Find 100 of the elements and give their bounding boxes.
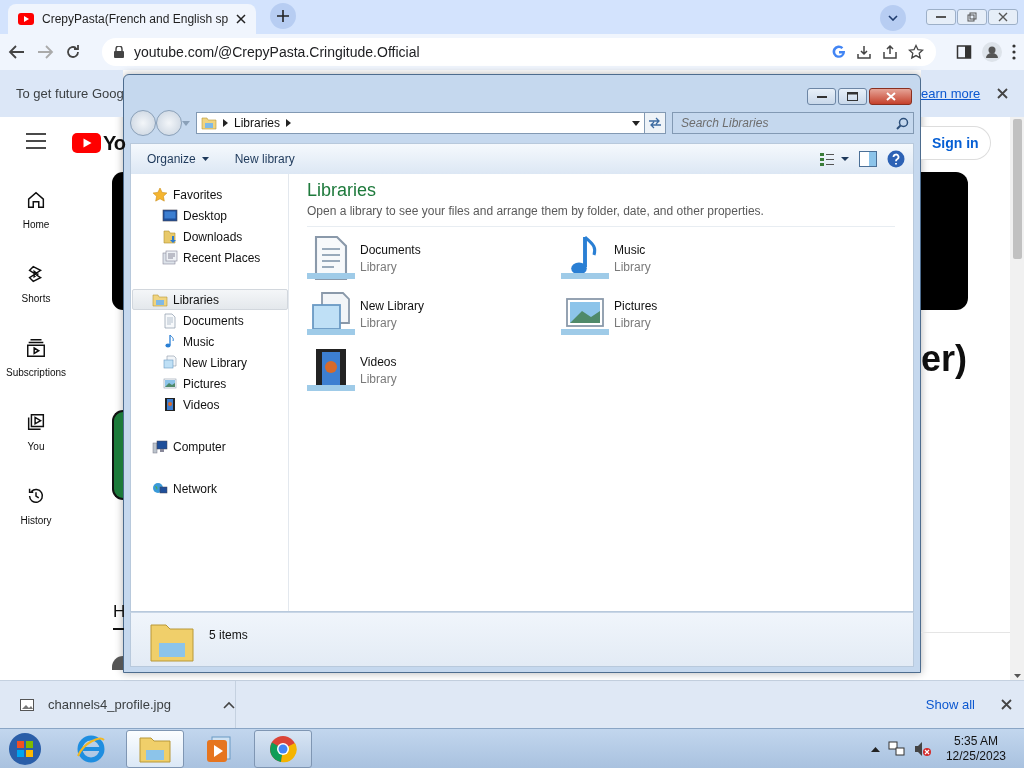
rail-item[interactable]: History: [20, 483, 52, 557]
taskbar-app[interactable]: [126, 729, 184, 768]
restore-button[interactable]: [957, 8, 987, 25]
close-icon[interactable]: [1001, 699, 1012, 710]
share-icon[interactable]: [882, 44, 898, 60]
nav-item[interactable]: New Library: [132, 352, 288, 373]
browser-e-icon: [76, 733, 106, 764]
refresh-button[interactable]: [644, 112, 666, 134]
library-item[interactable]: Pictures Library: [561, 290, 815, 338]
restore-icon: [967, 11, 977, 22]
library-item[interactable]: New Library Library: [307, 290, 561, 338]
maximize-icon: [847, 92, 858, 101]
toolbar-button[interactable]: New library: [226, 148, 303, 170]
folder-arrow-icon: [162, 228, 178, 245]
infobar-text: To get future Goog: [15, 86, 124, 101]
learn-more-link[interactable]: earn more: [921, 86, 981, 101]
caret-up-icon[interactable]: [870, 745, 880, 752]
caret-icon[interactable]: [632, 120, 640, 126]
item-count: 5 items: [209, 628, 248, 642]
reload-icon[interactable]: [64, 43, 82, 61]
muted-speaker-icon[interactable]: [913, 740, 932, 757]
side-panel-icon[interactable]: [956, 44, 972, 60]
search-field[interactable]: Search Libraries: [672, 112, 914, 134]
taskbar-app[interactable]: [254, 729, 312, 768]
nav-item[interactable]: Videos: [132, 394, 288, 415]
toolbar-button[interactable]: Organize: [139, 148, 217, 170]
library-folder-icon: [201, 115, 217, 131]
library-item[interactable]: Music Library: [561, 234, 815, 282]
media-player-icon: [204, 733, 234, 764]
rail-item[interactable]: Shorts: [21, 261, 51, 335]
lock-icon: [114, 46, 124, 58]
view-options-icon[interactable]: [819, 151, 849, 167]
nav-item[interactable]: Recent Places: [132, 247, 288, 268]
nav-item[interactable]: Documents: [132, 310, 288, 331]
tab-search-button[interactable]: [880, 5, 906, 31]
star-icon: [152, 186, 168, 203]
scrollbar-thumb[interactable]: [1012, 119, 1022, 259]
close-icon[interactable]: [236, 14, 247, 24]
youtube-logo-icon: [18, 13, 34, 25]
library-icon: [307, 290, 355, 338]
nav-item[interactable]: Music: [132, 331, 288, 352]
more-icon[interactable]: [1012, 44, 1016, 60]
nav-item[interactable]: Libraries: [132, 289, 288, 310]
arrow-right-icon[interactable]: [223, 119, 228, 127]
close-icon[interactable]: [997, 88, 1008, 99]
refresh-icon: [648, 117, 662, 129]
back-icon[interactable]: [8, 43, 26, 61]
music-note-icon: [561, 234, 609, 282]
monitor-icon: [162, 207, 178, 224]
star-outline-icon[interactable]: [908, 44, 924, 60]
preview-pane-icon[interactable]: [859, 151, 877, 167]
film-icon: [162, 396, 178, 413]
library-item[interactable]: Videos Library: [307, 346, 561, 394]
rail-item[interactable]: Subscriptions: [6, 335, 66, 409]
arrow-down-icon[interactable]: [1013, 674, 1021, 678]
sign-in-button[interactable]: Sign in: [921, 126, 991, 160]
rail-item[interactable]: You: [25, 409, 47, 483]
nav-item[interactable]: Computer: [132, 436, 288, 457]
minimize-button[interactable]: [926, 8, 956, 25]
film-icon: [307, 346, 355, 394]
clock[interactable]: 5:35 AM 12/25/2023: [945, 733, 1006, 764]
recent-places-icon: [162, 249, 178, 266]
address-bar[interactable]: youtube.com/@CrepyPasta.Cringitude.Official: [102, 38, 936, 66]
menu-icon[interactable]: [26, 133, 46, 149]
network-globe-icon: [152, 480, 168, 497]
nav-item[interactable]: Network: [132, 478, 288, 499]
caret-up-icon[interactable]: [223, 700, 235, 709]
home-icon: [25, 189, 47, 211]
close-icon: [998, 11, 1008, 22]
library-folder-icon: [152, 291, 168, 308]
document-icon: [307, 234, 355, 282]
youtube-logo-icon: [72, 133, 101, 153]
show-all-button[interactable]: Show all: [919, 696, 981, 713]
picture-icon: [162, 375, 178, 392]
plus-icon: [277, 10, 290, 22]
nav-item[interactable]: Downloads: [132, 226, 288, 247]
profile-icon[interactable]: [982, 42, 1002, 62]
maximize-button[interactable]: [838, 88, 867, 105]
minimize-button[interactable]: [807, 88, 836, 105]
rail-item[interactable]: Home: [22, 187, 50, 261]
address-field[interactable]: Libraries: [196, 112, 645, 134]
close-button[interactable]: [869, 88, 912, 105]
arrow-right-icon[interactable]: [286, 119, 292, 127]
browser-tab[interactable]: CrepyPasta(French and English sp: [8, 4, 257, 34]
nav-item[interactable]: Pictures: [132, 373, 288, 394]
library-item[interactable]: Documents Library: [307, 234, 561, 282]
close-icon: [885, 92, 896, 101]
network-icon[interactable]: [887, 740, 906, 757]
google-icon[interactable]: [832, 45, 846, 59]
search-icon: [896, 117, 909, 130]
computer-icon: [152, 438, 168, 455]
document-icon: [162, 312, 178, 329]
chrome-icon: [268, 733, 298, 764]
close-button[interactable]: [988, 8, 1018, 25]
nav-item[interactable]: Favorites: [132, 184, 288, 205]
new-tab-button[interactable]: [270, 3, 297, 29]
install-icon[interactable]: [856, 44, 872, 60]
chevron-down-icon: [888, 15, 898, 21]
nav-item[interactable]: Desktop: [132, 205, 288, 226]
help-icon[interactable]: [887, 150, 905, 168]
